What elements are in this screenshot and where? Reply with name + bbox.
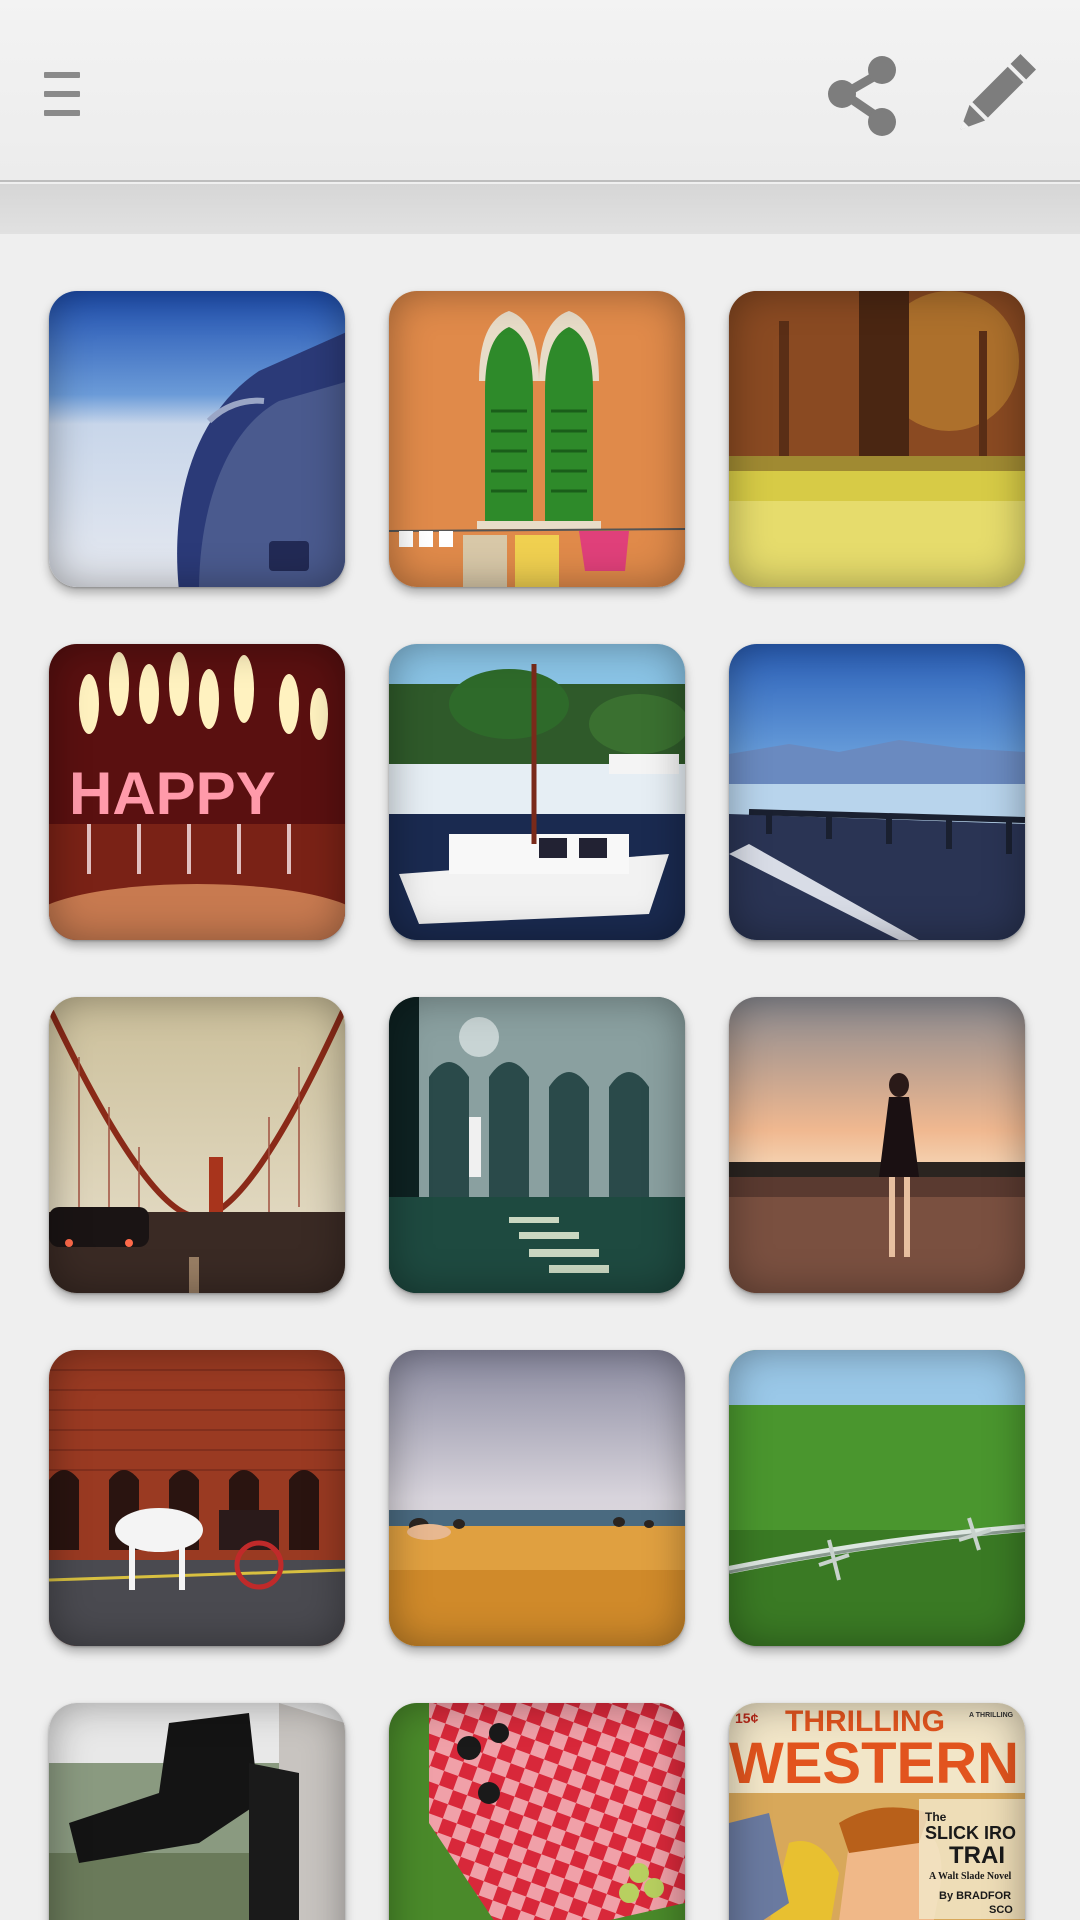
magazine-small-print: A THRILLING <box>969 1712 1014 1719</box>
magazine-story1: SLICK IRO <box>925 1823 1016 1843</box>
edit-button[interactable] <box>950 50 1040 140</box>
photo-beach[interactable] <box>389 1350 685 1646</box>
share-icon <box>828 56 896 136</box>
photo-airplane-wing[interactable] <box>49 291 345 587</box>
menu-button[interactable] <box>30 56 100 132</box>
divider-strip <box>0 184 1080 234</box>
magazine-the: The <box>925 1810 947 1824</box>
photo-riding-boots[interactable] <box>49 1703 345 1920</box>
magazine-title-western: WESTERN <box>729 1731 1019 1796</box>
magazine-byline2: SCO <box>989 1904 1013 1916</box>
magazine-tagline: A Walt Slade Novel <box>929 1871 1012 1882</box>
share-button[interactable] <box>818 50 908 140</box>
photo-western-magazine[interactable]: 15¢ THRILLING A THRILLING WESTERN The SL… <box>729 1703 1025 1920</box>
photo-park-tree[interactable] <box>729 291 1025 587</box>
photo-barbed-wire[interactable] <box>729 1350 1025 1646</box>
photo-boats-harbor[interactable] <box>389 644 685 940</box>
photo-grid: HAPPY 15¢ THRILLING A THRILLING WESTERN … <box>0 234 1080 1920</box>
candles-caption: HAPPY <box>69 760 276 827</box>
top-app-bar <box>0 0 1080 182</box>
photo-picnic[interactable] <box>389 1703 685 1920</box>
photo-green-windows[interactable] <box>389 291 685 587</box>
photo-horse-carriage[interactable] <box>49 1350 345 1646</box>
photo-golden-gate[interactable] <box>49 997 345 1293</box>
magazine-byline: By BRADFOR <box>939 1890 1011 1902</box>
photo-sunset-woman[interactable] <box>729 997 1025 1293</box>
magazine-story2: TRAI <box>949 1842 1005 1869</box>
magazine-price: 15¢ <box>735 1710 759 1726</box>
photo-lake-road[interactable] <box>729 644 1025 940</box>
photo-cloister[interactable] <box>389 997 685 1293</box>
pencil-icon <box>960 53 1037 130</box>
photo-birthday-candles[interactable]: HAPPY <box>49 644 345 940</box>
